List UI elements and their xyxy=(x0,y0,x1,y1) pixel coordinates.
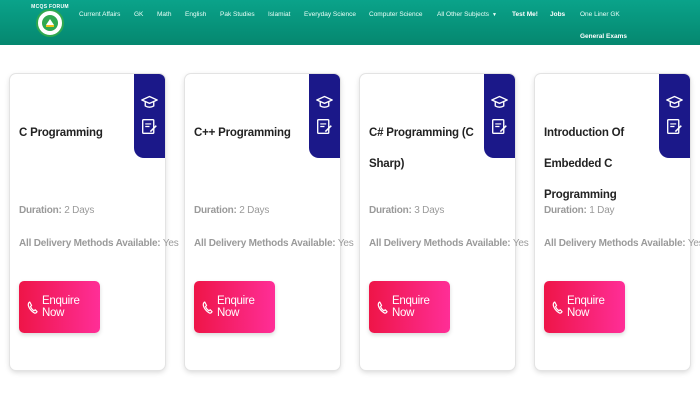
duration-label: Duration: xyxy=(194,205,237,216)
duration-value: 2 Days xyxy=(239,205,270,216)
course-title: Introduction Of Embedded C Programming xyxy=(544,127,625,201)
enquire-now-button[interactable]: Enquire Now xyxy=(194,281,275,333)
caret-down-icon: ▼ xyxy=(492,12,497,18)
enquire-now-button[interactable]: Enquire Now xyxy=(544,281,625,333)
nav-gk[interactable]: GK xyxy=(134,11,143,18)
delivery-label: All Delivery Methods Available: xyxy=(544,238,686,249)
enquire-now-label: Enquire Now xyxy=(42,295,80,319)
course-delivery: All Delivery Methods Available: Yes xyxy=(369,238,529,249)
top-navbar: MCQS FORUM Current Affairs GK Math Engli… xyxy=(0,0,700,45)
delivery-label: All Delivery Methods Available: xyxy=(19,238,161,249)
course-duration: Duration: 2 Days xyxy=(194,205,269,216)
site-logo[interactable] xyxy=(36,9,64,37)
course-duration: Duration: 1 Day xyxy=(544,205,615,216)
logo-emblem-icon xyxy=(42,15,58,31)
graduation-cap-icon xyxy=(141,95,158,108)
phone-icon xyxy=(552,300,563,314)
nav-all-other-subjects[interactable]: All Other Subjects ▼ xyxy=(437,11,497,18)
phone-icon xyxy=(27,300,38,314)
duration-label: Duration: xyxy=(369,205,412,216)
course-title: C++ Programming xyxy=(194,127,291,139)
delivery-label: All Delivery Methods Available: xyxy=(369,238,511,249)
course-badge xyxy=(659,74,690,158)
certificate-icon xyxy=(142,119,157,134)
enquire-now-label: Enquire Now xyxy=(392,295,430,319)
certificate-icon xyxy=(492,119,507,134)
enquire-now-button[interactable]: Enquire Now xyxy=(19,281,100,333)
enquire-now-label: Enquire Now xyxy=(567,295,605,319)
course-badge xyxy=(484,74,515,158)
course-duration: Duration: 2 Days xyxy=(19,205,94,216)
nav-one-liner-gk[interactable]: One Liner GK xyxy=(580,11,620,18)
nav-jobs[interactable]: Jobs xyxy=(550,11,565,18)
phone-icon xyxy=(377,300,388,314)
delivery-value: Yes xyxy=(337,238,354,249)
duration-label: Duration: xyxy=(19,205,62,216)
course-delivery: All Delivery Methods Available: Yes xyxy=(544,238,700,249)
course-duration: Duration: 3 Days xyxy=(369,205,444,216)
nav-computer-science[interactable]: Computer Science xyxy=(369,11,422,18)
duration-value: 3 Days xyxy=(414,205,445,216)
nav-test-me[interactable]: Test Me! xyxy=(512,11,538,18)
course-delivery: All Delivery Methods Available: Yes xyxy=(194,238,354,249)
course-card: C Programming Duration: 2 Days All Deliv… xyxy=(10,74,179,370)
nav-math[interactable]: Math xyxy=(157,11,171,18)
duration-value: 1 Day xyxy=(589,205,615,216)
delivery-value: Yes xyxy=(687,238,700,249)
course-title: C# Programming (C Sharp) xyxy=(369,127,474,170)
delivery-label: All Delivery Methods Available: xyxy=(194,238,336,249)
course-badge xyxy=(309,74,340,158)
enquire-now-label: Enquire Now xyxy=(217,295,255,319)
duration-label: Duration: xyxy=(544,205,587,216)
course-title: C Programming xyxy=(19,127,103,139)
course-card: C++ Programming Duration: 2 Days All Del… xyxy=(185,74,354,370)
graduation-cap-icon xyxy=(491,95,508,108)
nav-current-affairs[interactable]: Current Affairs xyxy=(79,11,120,18)
course-badge xyxy=(134,74,165,158)
delivery-value: Yes xyxy=(512,238,529,249)
course-card: Introduction Of Embedded C Programming D… xyxy=(535,74,700,370)
nav-english[interactable]: English xyxy=(185,11,206,18)
certificate-icon xyxy=(667,119,682,134)
delivery-value: Yes xyxy=(162,238,179,249)
course-delivery: All Delivery Methods Available: Yes xyxy=(19,238,179,249)
graduation-cap-icon xyxy=(316,95,333,108)
enquire-now-button[interactable]: Enquire Now xyxy=(369,281,450,333)
duration-value: 2 Days xyxy=(64,205,95,216)
nav-pak-studies[interactable]: Pak Studies xyxy=(220,11,255,18)
graduation-cap-icon xyxy=(666,95,683,108)
phone-icon xyxy=(202,300,213,314)
nav-islamiat[interactable]: Islamiat xyxy=(268,11,290,18)
nav-general-exams[interactable]: General Exams xyxy=(580,33,627,40)
certificate-icon xyxy=(317,119,332,134)
nav-everyday-science[interactable]: Everyday Science xyxy=(304,11,356,18)
course-card: C# Programming (C Sharp) Duration: 3 Day… xyxy=(360,74,529,370)
nav-all-other-subjects-label: All Other Subjects xyxy=(437,11,490,18)
